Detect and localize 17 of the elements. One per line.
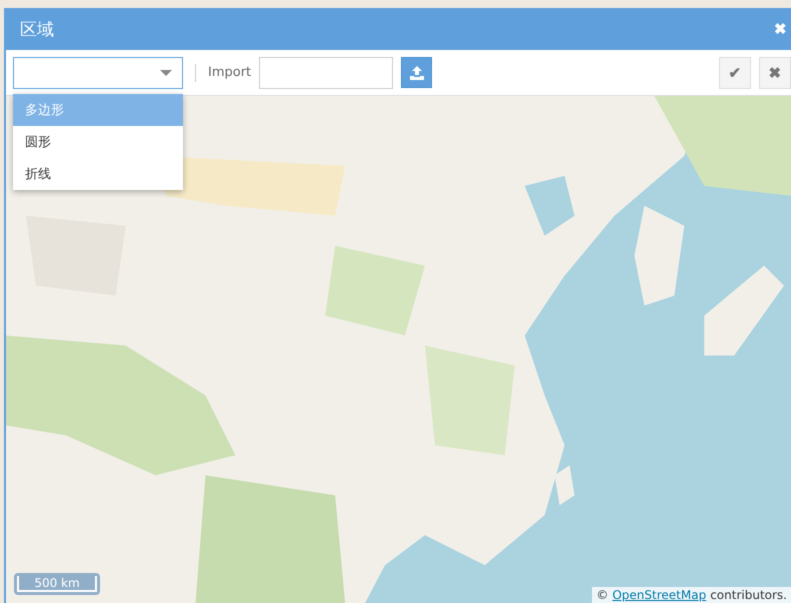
close-button[interactable]: ✖ <box>774 20 787 38</box>
osm-link[interactable]: OpenStreetMap <box>612 588 706 602</box>
confirm-button[interactable]: ✔ <box>719 56 751 88</box>
copyright-sign: © <box>596 588 608 602</box>
attribution-text: contributors. <box>710 588 787 602</box>
upload-icon <box>408 64 425 80</box>
cancel-button[interactable]: ✖ <box>759 56 791 88</box>
menu-option[interactable]: 圆形 <box>13 126 183 158</box>
caret-icon <box>160 70 172 76</box>
scale-label: 500 km <box>17 576 97 592</box>
menu-option[interactable]: 多边形 <box>13 94 183 126</box>
shape-select[interactable] <box>13 56 183 88</box>
import-field[interactable] <box>259 56 394 88</box>
dialog-title: 区域 <box>20 18 54 40</box>
upload-button[interactable] <box>401 57 432 88</box>
menu-option[interactable]: 折线 <box>13 158 183 190</box>
import-label: Import <box>208 65 252 80</box>
